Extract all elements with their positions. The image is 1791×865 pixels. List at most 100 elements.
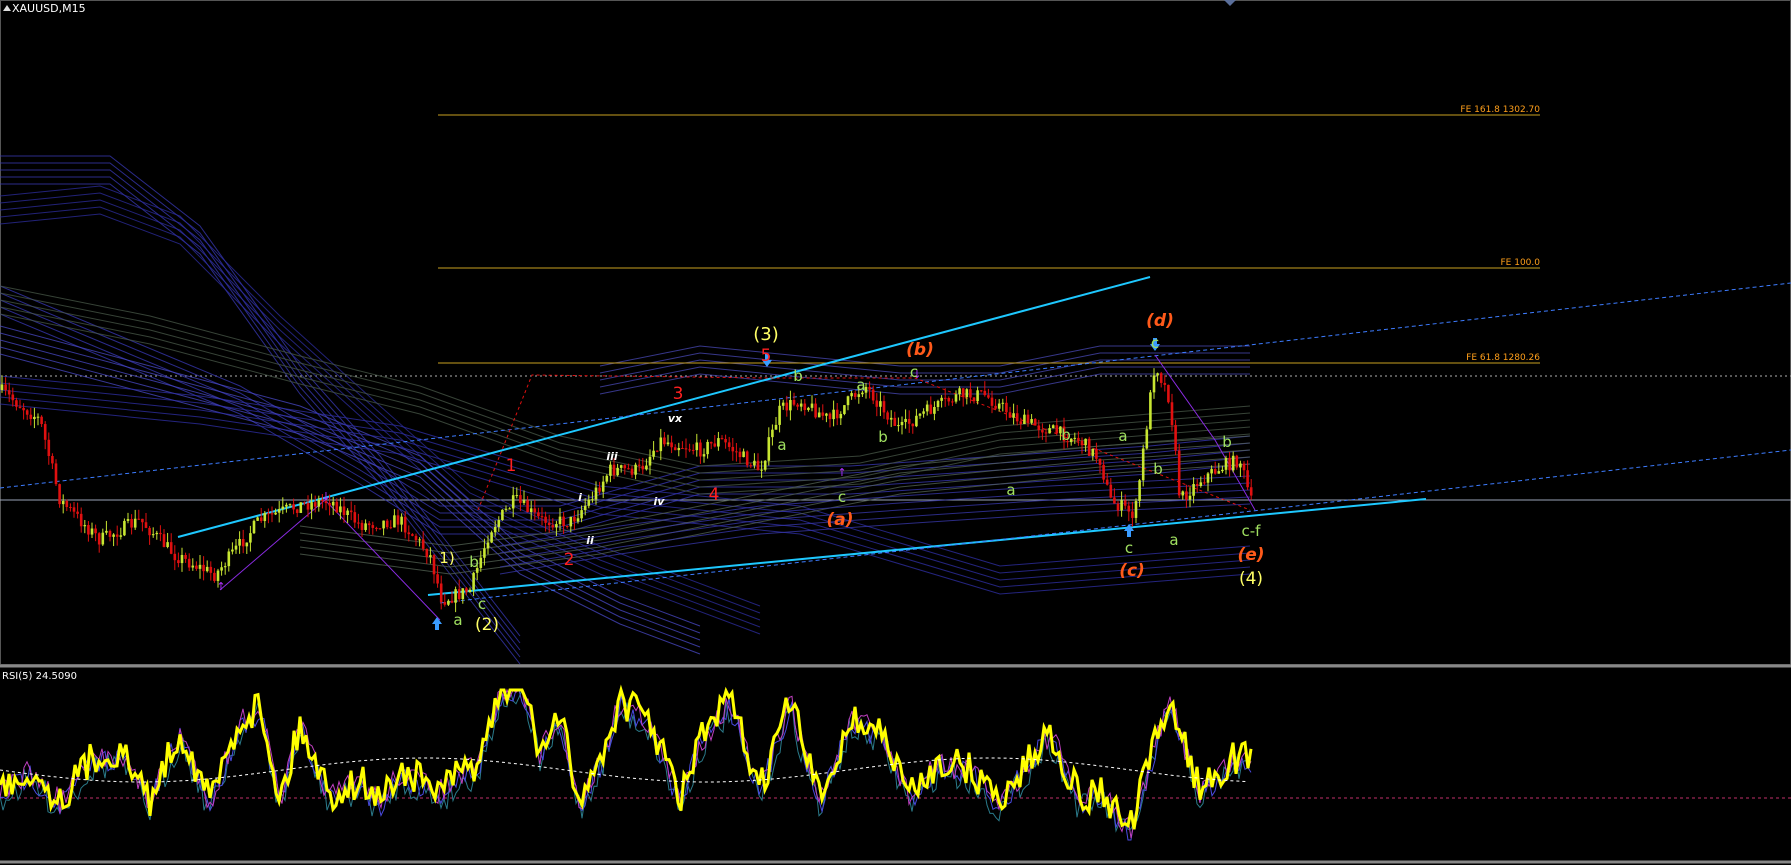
- wave-label-8: i: [578, 491, 582, 504]
- candle-body-243: [875, 400, 879, 407]
- candle-body-265: [954, 394, 958, 402]
- candle-body-211: [760, 469, 763, 471]
- candle-body-254: [915, 415, 918, 427]
- candle-body-121: [436, 574, 439, 584]
- candle-body-178: [641, 465, 645, 470]
- wave-label-11: 1): [439, 549, 454, 567]
- candle-body-10: [36, 416, 40, 418]
- collapse-caret-icon[interactable]: [3, 5, 11, 11]
- candle-body-25: [90, 528, 94, 535]
- candle-body-298: [1073, 437, 1077, 439]
- candle-body-323: [1163, 382, 1167, 385]
- candle-body-19: [69, 507, 72, 509]
- candle-body-248: [893, 417, 897, 427]
- candle-body-181: [652, 450, 655, 457]
- candle-body-117: [421, 539, 425, 549]
- candle-body-135: [486, 542, 490, 549]
- candle-body-146: [526, 500, 529, 513]
- candle-body-51: [184, 554, 187, 559]
- candle-body-160: [576, 518, 580, 522]
- wave-label-27: c: [1151, 334, 1159, 352]
- candle-body-91: [328, 502, 331, 506]
- candle-body-148: [533, 508, 537, 513]
- candle-body-167: [601, 481, 605, 492]
- candle-body-280: [1008, 412, 1012, 418]
- candle-body-153: [551, 525, 555, 528]
- candle-body-311: [1120, 500, 1123, 511]
- candle-body-158: [569, 516, 573, 527]
- candle-body-100: [360, 522, 364, 530]
- candle-body-87: [313, 502, 317, 507]
- candle-body-40: [144, 522, 148, 528]
- candle-body-31: [112, 534, 115, 537]
- candle-body-0: [0, 384, 4, 390]
- candle-body-36: [130, 519, 133, 528]
- candle-body-169: [609, 464, 612, 476]
- candle-body-328: [1181, 491, 1185, 496]
- candle-body-142: [511, 495, 515, 509]
- candle-body-65: [234, 545, 238, 550]
- candle-body-126: [454, 589, 457, 603]
- candle-body-128: [461, 588, 465, 600]
- candle-body-269: [969, 389, 972, 398]
- fractal-marker-icon-2: ↑: [837, 466, 846, 479]
- candle-body-324: [1167, 384, 1170, 403]
- candle-body-39: [141, 518, 144, 523]
- candle-body-99: [357, 522, 360, 524]
- candle-body-122: [439, 583, 443, 603]
- candle-body-330: [1188, 495, 1192, 500]
- candle-body-322: [1159, 373, 1163, 383]
- candle-body-180: [648, 456, 652, 466]
- candle-body-156: [562, 516, 565, 526]
- candle-body-319: [1149, 392, 1152, 430]
- candle-body-175: [630, 468, 634, 475]
- candle-body-315: [1134, 501, 1138, 518]
- candle-body-336: [1210, 469, 1213, 474]
- symbol-title: XAUUSD,M15: [12, 2, 86, 15]
- candle-body-74: [267, 513, 270, 515]
- rsi-label: RSI(5) 24.5090: [2, 671, 77, 682]
- candle-body-197: [709, 441, 713, 444]
- shift-marker-icon[interactable]: [1224, 0, 1236, 6]
- wave-label-7: iii: [606, 450, 618, 463]
- candle-body-209: [753, 460, 756, 466]
- candle-body-222: [799, 403, 803, 407]
- candle-body-335: [1206, 473, 1210, 483]
- candle-body-15: [54, 463, 58, 485]
- candle-body-249: [897, 425, 900, 427]
- fibo-level-label-1: FE 100.0: [1501, 258, 1541, 268]
- candle-body-102: [367, 523, 371, 526]
- candle-body-195: [702, 454, 706, 457]
- candle-body-329: [1185, 491, 1188, 500]
- candle-body-38: [137, 518, 141, 520]
- candle-body-218: [785, 402, 789, 411]
- candle-body-238: [857, 394, 861, 397]
- candle-body-247: [889, 417, 893, 420]
- wave-label-21: (a): [826, 510, 853, 530]
- candle-body-110: [396, 515, 400, 525]
- candle-body-279: [1005, 402, 1008, 413]
- candle-body-33: [119, 535, 123, 537]
- candle-body-140: [504, 508, 508, 510]
- candle-body-185: [666, 442, 670, 445]
- candle-body-214: [771, 429, 774, 438]
- candle-body-206: [742, 451, 745, 458]
- wave-label-28: a: [1118, 427, 1127, 445]
- candle-body-213: [767, 437, 771, 461]
- candle-body-54: [195, 565, 198, 569]
- candle-body-12: [43, 424, 47, 440]
- candle-body-81: [292, 504, 295, 510]
- candle-body-201: [724, 438, 727, 443]
- candle-body-124: [447, 600, 450, 605]
- candle-body-271: [976, 390, 979, 402]
- candle-body-337: [1213, 469, 1217, 474]
- candle-body-129: [465, 588, 468, 593]
- candle-body-202: [727, 442, 731, 447]
- candle-body-125: [450, 600, 454, 603]
- candle-body-216: [778, 405, 781, 425]
- candle-body-155: [558, 516, 562, 525]
- candle-body-304: [1095, 448, 1098, 459]
- candle-body-6: [22, 407, 25, 411]
- candle-body-245: [882, 401, 886, 413]
- candle-body-184: [663, 437, 666, 445]
